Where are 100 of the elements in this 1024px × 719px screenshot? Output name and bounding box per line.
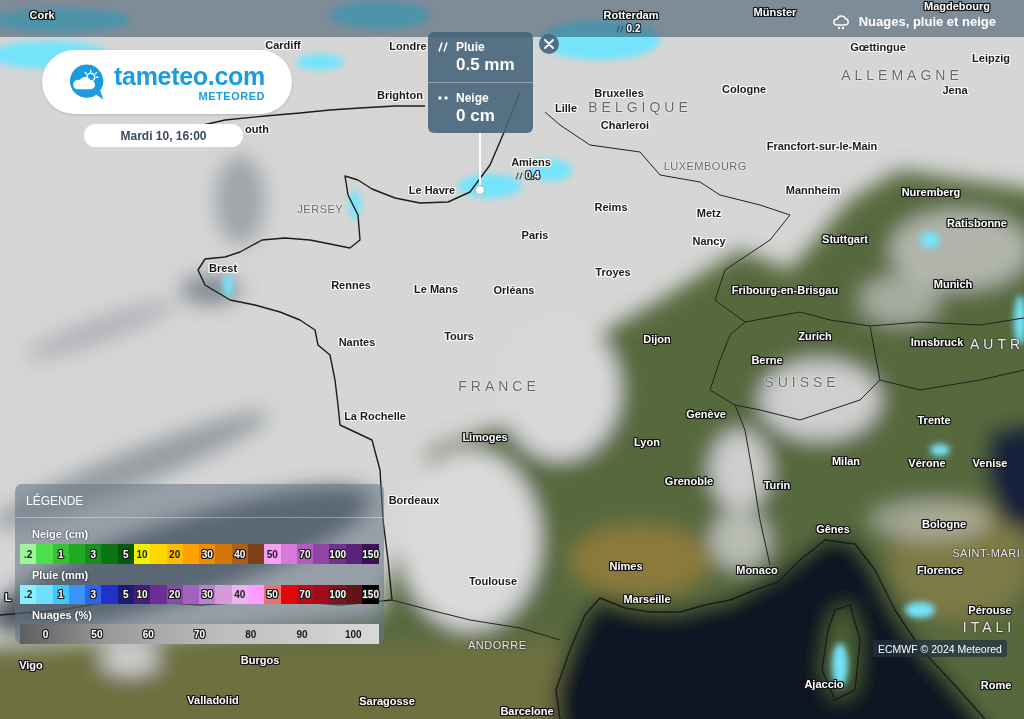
city-label: Londre	[388, 39, 428, 53]
city-label: Ajaccio	[803, 677, 845, 691]
city-label: Florence	[916, 563, 964, 577]
city-label: Leipzig	[971, 51, 1011, 65]
color-swatch: 150	[362, 544, 379, 564]
color-swatch: 3	[85, 584, 102, 605]
layer-title: Nuages, pluie et neige	[858, 14, 996, 29]
snow-dots-icon	[437, 93, 449, 103]
territory-label: JERSEY	[296, 202, 344, 216]
city-label: Brest	[207, 261, 239, 275]
tick-label: 60	[141, 627, 155, 642]
tick-label: 90	[295, 627, 309, 642]
city-label: Pérouse	[967, 603, 1013, 617]
rain-amount-label: 0.4	[525, 170, 540, 182]
country-label: FRANCE	[457, 378, 540, 394]
measure-label: Pluie	[456, 39, 486, 55]
color-swatch: 50	[264, 544, 281, 564]
city-label: Monaco	[735, 563, 779, 577]
city-label: Rotterdam	[602, 8, 660, 22]
attribution-label: ECMWF © 2024 Meteored	[873, 640, 1007, 657]
cloud-rain-icon	[831, 13, 850, 30]
color-swatch: .2	[20, 544, 37, 564]
city-label: Trente	[916, 413, 952, 427]
city-label: Tours	[443, 329, 475, 343]
city-label: Paris	[520, 228, 550, 242]
city-label: Nancy	[691, 234, 727, 248]
territory-label: SAINT-MARI	[951, 546, 1021, 560]
tick-label: 50	[90, 627, 104, 642]
city-label: L	[3, 590, 13, 604]
city-label: Genève	[685, 407, 727, 421]
country-label: SUISSE	[763, 374, 840, 390]
city-label: Reims	[593, 200, 629, 214]
country-label: BELGIQUE	[587, 99, 692, 115]
color-swatch: 30	[199, 544, 216, 564]
city-label: Cork	[28, 8, 56, 22]
city-label: Le Mans	[413, 282, 459, 296]
rain-amount-label: 0.2	[626, 23, 641, 35]
city-label: Troyes	[594, 265, 632, 279]
location-marker-icon[interactable]	[475, 185, 485, 195]
brand-tagline: METEORED	[198, 89, 265, 103]
tick-label: 0	[41, 627, 50, 642]
country-label: ALLEMAGNE	[840, 67, 963, 83]
city-label: Munich	[932, 277, 974, 291]
logo-card[interactable]: tameteo.com METEORED	[42, 50, 292, 114]
city-label: Berne	[750, 353, 784, 367]
city-label: Bruxelles	[593, 86, 645, 100]
color-swatch: 50	[264, 584, 281, 605]
color-swatch: .2	[20, 584, 37, 605]
legend-title: LÉGENDE	[15, 484, 384, 519]
leader-line	[479, 133, 481, 185]
city-label: Valladolid	[186, 693, 240, 707]
tick-label: 70	[192, 627, 207, 642]
city-label: Metz	[695, 206, 723, 220]
rain-streaks-icon	[514, 172, 524, 180]
rain-streaks-icon	[615, 25, 625, 33]
city-label: Brighton	[376, 88, 424, 102]
city-label: Charleroi	[599, 118, 651, 132]
city-label: Saragosse	[358, 694, 416, 708]
color-swatch: 30	[199, 584, 216, 605]
city-label: Ratisbonne	[946, 216, 1008, 230]
city-label: Bordeaux	[387, 493, 441, 507]
city-label: Innsbruck	[909, 335, 965, 349]
city-label: Rennes	[330, 278, 372, 292]
city-label: Fribourg-en-Brisgau	[730, 283, 840, 297]
city-label: Vigo	[18, 658, 44, 672]
scale-label: Neige (cm)	[31, 527, 89, 543]
city-label: Jena	[941, 83, 969, 97]
city-label: Cologne	[721, 82, 767, 96]
city-label: Rome	[979, 678, 1013, 692]
close-icon	[544, 39, 554, 49]
city-label: Toulouse	[467, 574, 519, 588]
scale-label: Pluie (mm)	[31, 567, 89, 583]
city-label: Orléans	[492, 283, 536, 297]
city-label: La Rochelle	[343, 409, 407, 423]
city-label: Dijon	[642, 332, 672, 346]
city-label: Lille	[554, 101, 578, 115]
measure-value: 0.5 mm	[456, 54, 516, 75]
city-label: Bologne	[921, 517, 967, 531]
city-label: Le Havre	[407, 183, 457, 197]
color-swatch: 100	[329, 544, 347, 564]
city-label: Gœttingue	[849, 40, 907, 54]
city-label: Burgos	[239, 653, 281, 667]
city-label: Turin	[762, 478, 792, 492]
country-label: ITALI	[961, 619, 1016, 635]
city-label: outh	[244, 122, 270, 136]
city-label: Limoges	[461, 430, 509, 444]
city-label: Zurich	[797, 329, 833, 343]
brand-name: tameteo.com	[114, 61, 265, 90]
measure-value: 0 cm	[456, 105, 496, 126]
city-label: Venise	[971, 456, 1009, 470]
city-label: Stuttgart	[821, 232, 869, 246]
city-label: Nuremberg	[900, 185, 962, 199]
city-label: Mannheim	[784, 183, 842, 197]
city-label: Marseille	[622, 592, 672, 606]
city-label: Milan	[830, 454, 862, 468]
city-label: Lyon	[633, 435, 661, 449]
city-label: Gênes	[815, 522, 851, 536]
rain-streaks-icon	[437, 42, 449, 52]
tick-label: 80	[244, 627, 258, 642]
city-label: Grenoble	[663, 474, 715, 488]
